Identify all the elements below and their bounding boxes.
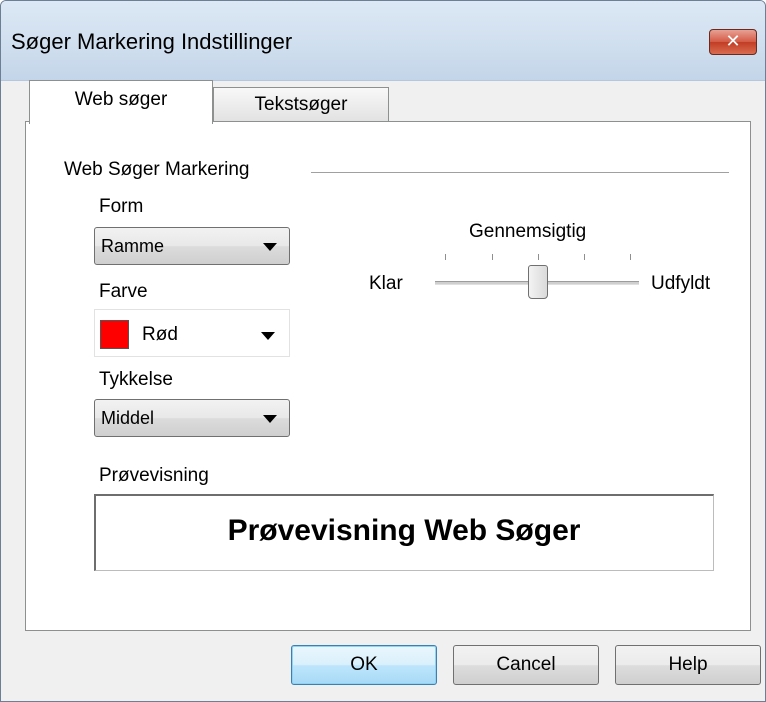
thickness-label: Tykkelse — [99, 369, 173, 390]
chevron-down-icon — [261, 332, 275, 340]
close-icon: ✕ — [725, 31, 741, 51]
color-swatch — [100, 320, 129, 349]
form-select-value: Ramme — [101, 236, 165, 256]
transparency-slider-thumb[interactable] — [528, 265, 548, 299]
window-title: Søger Markering Indstillinger — [11, 29, 293, 54]
form-label: Form — [99, 196, 144, 217]
slider-tick — [630, 254, 631, 260]
close-button[interactable]: ✕ — [709, 29, 757, 55]
title-bar[interactable]: Søger Markering Indstillinger ✕ — [1, 1, 765, 81]
thickness-select-value: Middel — [101, 408, 155, 428]
transparency-max-label: Udfyldt — [651, 273, 711, 294]
tab-text-search[interactable]: Tekstsøger — [213, 87, 389, 121]
preview-box: Prøvevisning Web Søger — [94, 494, 714, 571]
cancel-button[interactable]: Cancel — [453, 645, 599, 685]
settings-dialog: Søger Markering Indstillinger ✕ Web søge… — [0, 0, 766, 702]
color-label: Farve — [99, 281, 148, 302]
group-title: Web Søger Markering — [64, 159, 250, 180]
slider-tick — [492, 254, 493, 260]
thickness-select[interactable]: Middel — [94, 399, 290, 437]
chevron-down-icon — [263, 415, 277, 423]
transparency-min-label: Klar — [369, 273, 403, 294]
transparency-label: Gennemsigtig — [469, 221, 587, 242]
ok-button[interactable]: OK — [291, 645, 437, 685]
slider-tick — [584, 254, 585, 260]
help-button[interactable]: Help — [615, 645, 761, 685]
slider-tick — [538, 254, 539, 260]
preview-text: Prøvevisning Web Søger — [227, 514, 581, 547]
tab-web-search[interactable]: Web søger — [29, 80, 213, 124]
group-divider — [311, 172, 729, 173]
color-select-value: Rød — [142, 324, 178, 345]
chevron-down-icon — [263, 243, 277, 251]
form-select[interactable]: Ramme — [94, 227, 290, 265]
preview-label: Prøvevisning — [99, 465, 209, 486]
color-select[interactable]: Rød — [94, 309, 290, 357]
slider-tick — [445, 254, 446, 260]
